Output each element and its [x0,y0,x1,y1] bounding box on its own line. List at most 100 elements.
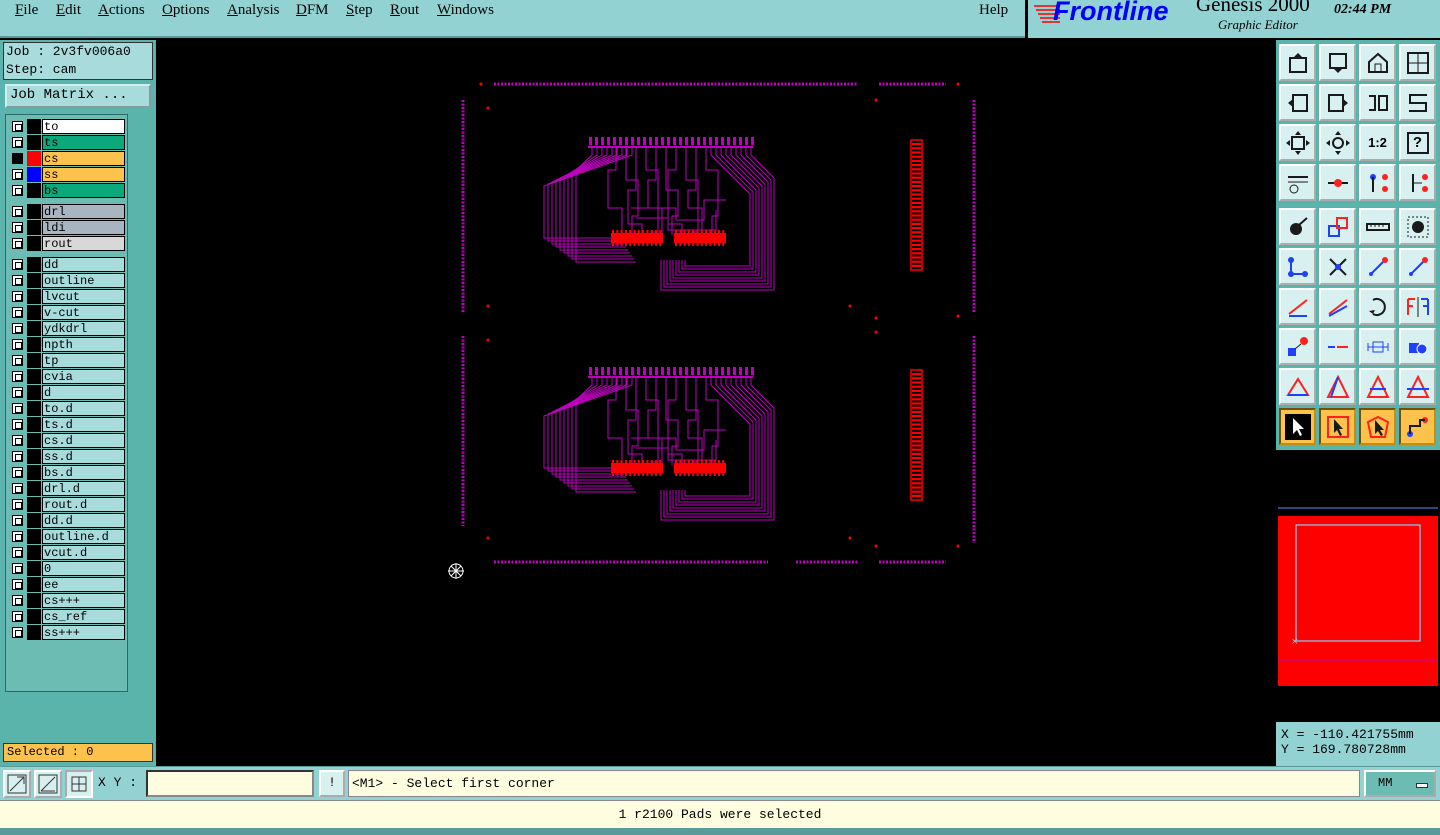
layer-checkbox[interactable] [12,515,23,526]
layer-row[interactable]: drl [8,204,127,219]
layer-checkbox[interactable] [12,323,23,334]
layer-row[interactable]: ts [8,135,127,150]
add-feature-icon[interactable] [1279,328,1316,365]
layer-name[interactable]: vcut.d [42,545,125,560]
layer-name[interactable]: drl [42,204,125,219]
rotate-icon[interactable] [1359,288,1396,325]
layer-color-swatch[interactable] [27,220,41,235]
layer-checkbox[interactable] [12,275,23,286]
layer-name[interactable]: ts.d [42,417,125,432]
layer-name[interactable]: cs.d [42,433,125,448]
save-icon[interactable] [1319,44,1356,81]
layer-color-swatch[interactable] [27,401,41,416]
layer-row[interactable]: ydkdrl [8,321,127,336]
layer-color-swatch[interactable] [27,545,41,560]
layer-name[interactable]: ydkdrl [42,321,125,336]
layer-row[interactable]: cs_ref [8,609,127,624]
add-pad-icon[interactable] [1279,208,1316,245]
layer-color-swatch[interactable] [27,289,41,304]
layer-checkbox[interactable] [12,291,23,302]
query-icon[interactable]: ? [1399,124,1436,161]
layer-row[interactable]: outline [8,273,127,288]
mirror-icon[interactable] [1399,288,1436,325]
layer-row[interactable]: cs [8,151,127,166]
layer-row[interactable]: drl.d [8,481,127,496]
layer-checkbox[interactable] [12,222,23,233]
layer-color-swatch[interactable] [27,257,41,272]
layer-checkbox[interactable] [12,499,23,510]
layer-checkbox[interactable] [12,467,23,478]
layer-name[interactable]: lvcut [42,289,125,304]
layer-color-swatch[interactable] [27,465,41,480]
layer-color-swatch[interactable] [27,183,41,198]
zoom-back-icon[interactable] [1359,84,1396,121]
layer-checkbox[interactable] [12,451,23,462]
netlist-compare-icon[interactable] [1399,164,1436,201]
group-icon[interactable] [1399,328,1436,365]
layer-checkbox[interactable] [12,259,23,270]
layer-color-swatch[interactable] [27,561,41,576]
layer-name[interactable]: to.d [42,401,125,416]
grid-mode-icon[interactable] [65,770,93,798]
layer-name[interactable]: cs_ref [42,609,125,624]
layer-color-swatch[interactable] [27,609,41,624]
layer-color-swatch[interactable] [27,449,41,464]
pad-circle-icon[interactable] [1399,208,1436,245]
layer-name[interactable]: d [42,385,125,400]
menu-file[interactable]: File [15,2,38,19]
layer-color-swatch[interactable] [27,151,41,166]
layer-row[interactable]: cs+++ [8,593,127,608]
layer-checkbox[interactable] [12,355,23,366]
layer-color-swatch[interactable] [27,353,41,368]
layer-row[interactable]: cs.d [8,433,127,448]
execute-button[interactable]: ! [319,770,345,797]
layer-name[interactable]: ss [42,167,125,182]
menu-actions[interactable]: Actions [98,2,145,19]
layer-name[interactable]: ss+++ [42,625,125,640]
layer-checkbox[interactable] [12,169,23,180]
layer-checkbox[interactable] [12,307,23,318]
line-end2-icon[interactable] [1399,248,1436,285]
menu-edit[interactable]: Edit [56,2,81,19]
layer-name[interactable]: ts [42,135,125,150]
pcb-drawing[interactable] [156,40,1276,766]
layer-color-swatch[interactable] [27,577,41,592]
a-triangle2-icon[interactable] [1359,368,1396,405]
layer-name[interactable]: ss.d [42,449,125,464]
add-surface-icon[interactable] [1319,208,1356,245]
layer-checkbox[interactable] [12,579,23,590]
layer-row[interactable]: v-cut [8,305,127,320]
layer-color-swatch[interactable] [27,481,41,496]
layer-name[interactable]: dd.d [42,513,125,528]
menu-dfm[interactable]: DFM [296,2,329,19]
layer-checkbox[interactable] [12,531,23,542]
layer-row[interactable]: rout [8,236,127,251]
layer-checkbox[interactable] [12,206,23,217]
settings-icon[interactable] [1279,164,1316,201]
measure-icon[interactable] [1359,208,1396,245]
fit-screen-icon[interactable] [1279,124,1316,161]
menu-step[interactable]: Step [346,2,373,19]
layer-color-swatch[interactable] [27,625,41,640]
triangle-icon[interactable] [1279,368,1316,405]
layer-name[interactable]: dd [42,257,125,272]
layer-name[interactable]: cs [42,151,125,166]
layer-color-swatch[interactable] [27,433,41,448]
layer-checkbox[interactable] [12,371,23,382]
cross-icon[interactable] [1319,248,1356,285]
layer-row[interactable]: cvia [8,369,127,384]
menu-options[interactable]: Options [162,2,210,19]
line-end-icon[interactable] [1359,248,1396,285]
dash-icon[interactable] [1319,328,1356,365]
layer-color-swatch[interactable] [27,273,41,288]
layer-row[interactable]: d [8,385,127,400]
layer-row[interactable]: ss [8,167,127,182]
layer-name[interactable]: outline.d [42,529,125,544]
layer-color-swatch[interactable] [27,167,41,182]
layer-checkbox[interactable] [12,595,23,606]
menu-analysis[interactable]: Analysis [227,2,280,19]
layer-color-swatch[interactable] [27,385,41,400]
snap-mode-icon[interactable] [3,770,31,798]
layer-row[interactable]: ts.d [8,417,127,432]
select-arrow-icon[interactable] [1279,408,1316,445]
